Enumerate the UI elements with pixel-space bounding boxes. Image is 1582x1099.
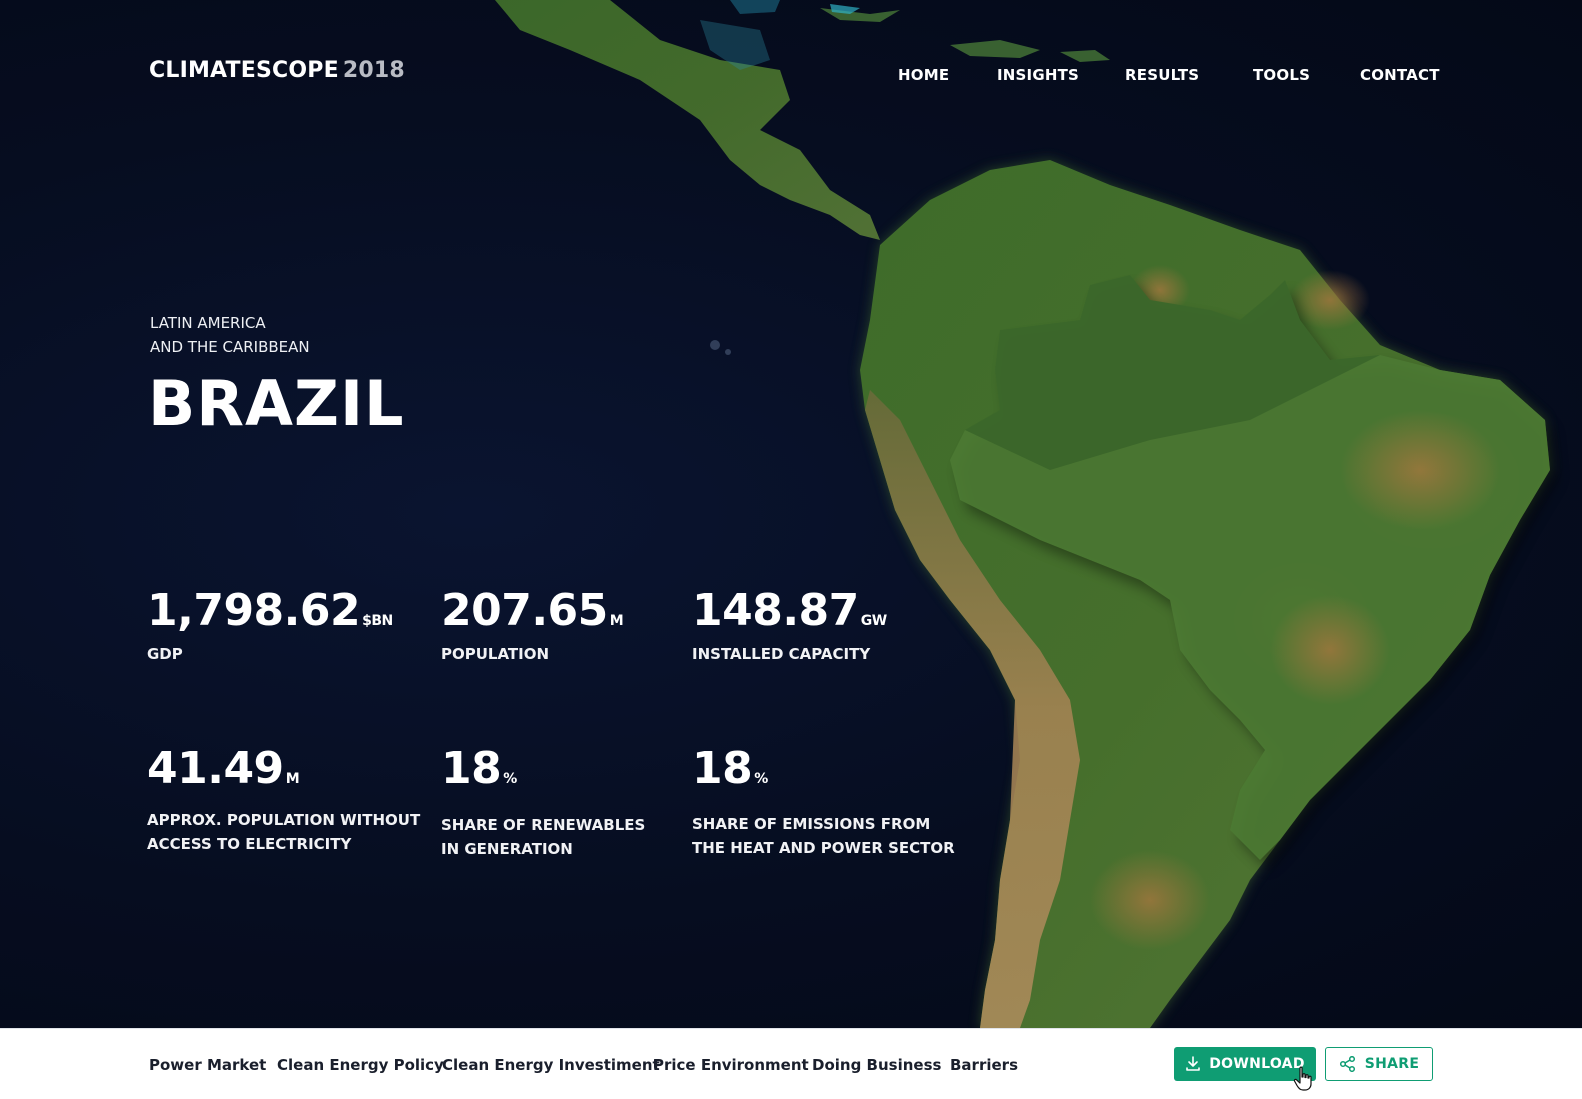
stat-gdp: 1,798.62 $BN GDP — [147, 585, 393, 666]
nav-results[interactable]: RESULTS — [1125, 66, 1199, 84]
nav-home[interactable]: HOME — [898, 66, 949, 84]
region-label: LATIN AMERICA AND THE CARIBBEAN — [150, 311, 310, 359]
central-america — [495, 0, 880, 240]
stat-label: SHARE OF EMISSIONS FROM — [692, 815, 931, 833]
stat-installed-capacity: 148.87 GW INSTALLED CAPACITY — [692, 585, 887, 666]
download-label: DOWNLOAD — [1209, 1056, 1305, 1072]
stat-population: 207.65 M POPULATION — [441, 585, 624, 666]
nav-contact[interactable]: CONTACT — [1360, 66, 1440, 84]
latin-america-satellite-map — [495, 0, 1558, 1028]
tab-doing-business[interactable]: Doing Business — [812, 1056, 941, 1074]
stat-label: APPROX. POPULATION WITHOUT — [147, 811, 421, 829]
stat-emissions-share: 18% SHARE OF EMISSIONS FROM THE HEAT AND … — [692, 743, 955, 860]
stat-label-2: IN GENERATION — [441, 840, 573, 858]
stat-value: 18 — [441, 743, 502, 794]
hero-section: CLIMATESCOPE 2018 HOME INSIGHTS RESULTS T… — [0, 0, 1582, 1028]
stat-value: 148.87 — [692, 585, 859, 636]
stat-unit: GW — [860, 613, 887, 629]
stat-population-without-electricity: 41.49 M APPROX. POPULATION WITHOUT ACCESS … — [147, 743, 420, 856]
region-line-1: LATIN AMERICA — [150, 314, 266, 332]
share-label: SHARE — [1364, 1056, 1420, 1072]
stat-unit: $BN — [362, 613, 393, 629]
tab-barriers[interactable]: Barriers — [950, 1056, 1018, 1074]
share-icon — [1339, 1056, 1355, 1072]
stat-label: GDP — [147, 645, 183, 663]
stat-unit: M — [609, 613, 624, 629]
stat-value: 41.49 — [147, 743, 284, 794]
stat-label: POPULATION — [441, 645, 550, 663]
hand-pointer-icon — [1293, 1066, 1312, 1091]
tab-power-market[interactable]: Power Market — [149, 1056, 266, 1074]
caribbean-islands — [730, 0, 1110, 62]
stat-renewables-share: 18% SHARE OF RENEWABLES IN GENERATION — [441, 743, 645, 861]
region-line-2: AND THE CARIBBEAN — [150, 338, 310, 356]
main-nav: HOME INSIGHTS RESULTS TOOLS CONTACT — [0, 66, 1582, 90]
stat-value: 207.65 — [441, 585, 608, 636]
stat-value: 18 — [692, 743, 753, 794]
section-tab-bar: Power Market Clean Energy Policy Clean E… — [0, 1028, 1582, 1099]
tab-price-environment[interactable]: Price Environment — [653, 1056, 809, 1074]
nav-insights[interactable]: INSIGHTS — [997, 66, 1079, 84]
stat-label-2: ACCESS TO ELECTRICITY — [147, 835, 352, 853]
download-icon — [1186, 1056, 1201, 1071]
stat-value: 1,798.62 — [147, 585, 361, 636]
nav-tools[interactable]: TOOLS — [1253, 66, 1310, 84]
stat-label: SHARE OF RENEWABLES — [441, 816, 646, 834]
tab-clean-energy-policy[interactable]: Clean Energy Policy — [277, 1056, 444, 1074]
country-title: BRAZIL — [148, 367, 405, 440]
stat-unit: % — [503, 771, 517, 787]
tab-clean-energy-investment[interactable]: Clean Energy Investiment — [442, 1056, 660, 1074]
stat-unit: M — [285, 771, 300, 787]
stat-unit: % — [754, 771, 768, 787]
stat-label: INSTALLED CAPACITY — [692, 645, 871, 663]
stat-label-2: THE HEAT AND POWER SECTOR — [692, 839, 955, 857]
share-button[interactable]: SHARE — [1325, 1047, 1433, 1081]
